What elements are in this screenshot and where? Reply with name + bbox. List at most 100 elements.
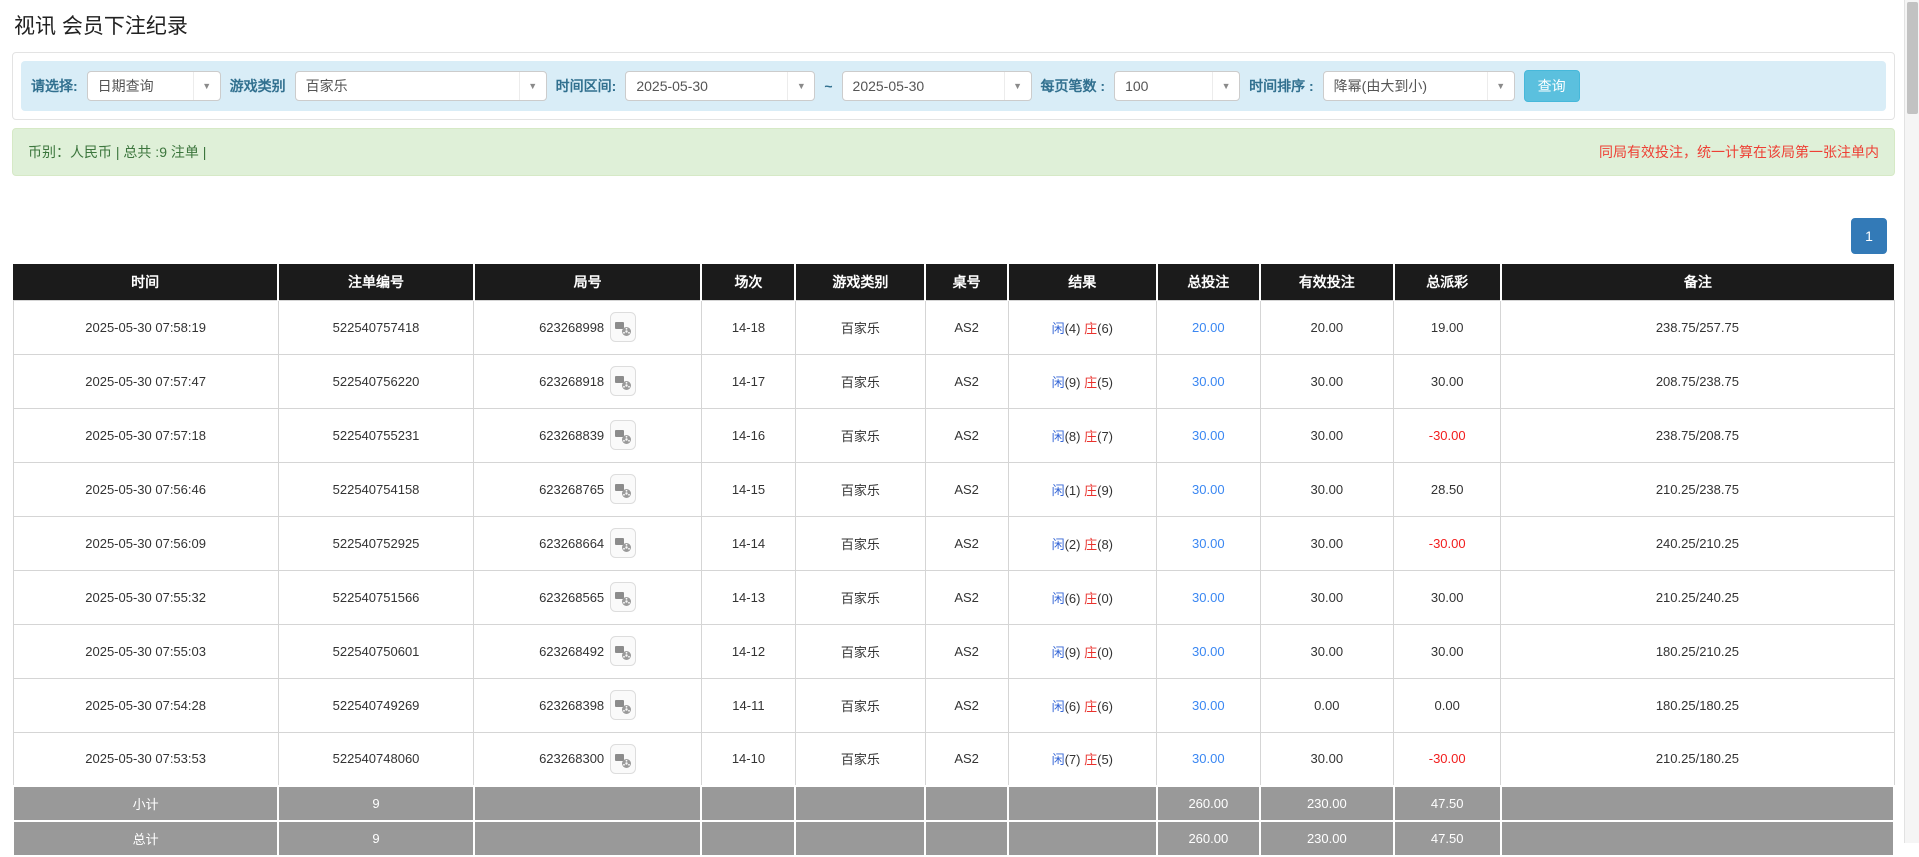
remark: 210.25/180.25 bbox=[1501, 732, 1894, 786]
session: 14-11 bbox=[701, 678, 795, 732]
bet-number: 522540755231 bbox=[278, 408, 474, 462]
payout: 30.00 bbox=[1394, 354, 1501, 408]
valid-bet: 30.00 bbox=[1260, 624, 1394, 678]
time-sort-select[interactable]: 降幂(由大到小) ▼ bbox=[1323, 71, 1515, 101]
valid-bet: 30.00 bbox=[1260, 516, 1394, 570]
video-icon[interactable] bbox=[610, 744, 636, 774]
bet-number: 522540754158 bbox=[278, 462, 474, 516]
result: 闲(6) 庄(6) bbox=[1008, 678, 1157, 732]
total-bet-link[interactable]: 30.00 bbox=[1192, 374, 1225, 389]
total-bet-link[interactable]: 30.00 bbox=[1192, 698, 1225, 713]
bet-number: 522540748060 bbox=[278, 732, 474, 786]
subtotal-count: 9 bbox=[278, 786, 474, 821]
grand-total-total-bet: 260.00 bbox=[1157, 821, 1260, 856]
total-bet-link[interactable]: 30.00 bbox=[1192, 590, 1225, 605]
table-row: 2025-05-30 07:56:46522540754158623268765… bbox=[13, 462, 1894, 516]
video-icon[interactable] bbox=[610, 690, 636, 720]
total-bet-link[interactable]: 30.00 bbox=[1192, 751, 1225, 766]
video-icon[interactable] bbox=[610, 636, 636, 666]
valid-bet: 30.00 bbox=[1260, 570, 1394, 624]
video-icon[interactable] bbox=[610, 420, 636, 450]
video-icon[interactable] bbox=[610, 528, 636, 558]
round-number-text: 623268300 bbox=[539, 751, 604, 766]
result: 闲(4) 庄(6) bbox=[1008, 300, 1157, 354]
bet-time: 2025-05-30 07:57:47 bbox=[13, 354, 278, 408]
scrollbar[interactable] bbox=[1904, 0, 1919, 843]
table-number: AS2 bbox=[925, 300, 1008, 354]
date-to-select[interactable]: 2025-05-30 ▼ bbox=[842, 71, 1032, 101]
column-header: 总投注 bbox=[1157, 264, 1260, 300]
game-category-label: 游戏类别 bbox=[230, 76, 286, 96]
session: 14-17 bbox=[701, 354, 795, 408]
remark: 240.25/210.25 bbox=[1501, 516, 1894, 570]
total-bet-link[interactable]: 30.00 bbox=[1192, 644, 1225, 659]
bet-number: 522540752925 bbox=[278, 516, 474, 570]
bet-time: 2025-05-30 07:54:28 bbox=[13, 678, 278, 732]
total-bet: 30.00 bbox=[1157, 624, 1260, 678]
column-header: 有效投注 bbox=[1260, 264, 1394, 300]
bet-time: 2025-05-30 07:58:19 bbox=[13, 300, 278, 354]
table-number: AS2 bbox=[925, 732, 1008, 786]
result-player-score: (9) bbox=[1065, 645, 1081, 660]
payout: -30.00 bbox=[1394, 516, 1501, 570]
total-bet-link[interactable]: 30.00 bbox=[1192, 482, 1225, 497]
remark: 180.25/210.25 bbox=[1501, 624, 1894, 678]
result-player-label: 闲 bbox=[1052, 645, 1065, 660]
table-number: AS2 bbox=[925, 408, 1008, 462]
result-banker-label: 庄 bbox=[1084, 645, 1097, 660]
video-icon[interactable] bbox=[610, 366, 636, 396]
result-player-score: (8) bbox=[1065, 429, 1081, 444]
result: 闲(2) 庄(8) bbox=[1008, 516, 1157, 570]
round-number: 623268398 bbox=[474, 678, 702, 732]
column-header: 局号 bbox=[474, 264, 702, 300]
round-number-text: 623268918 bbox=[539, 374, 604, 389]
result-banker-score: (5) bbox=[1097, 375, 1113, 390]
round-number: 623268998 bbox=[474, 300, 702, 354]
result-banker-score: (8) bbox=[1097, 537, 1113, 552]
result-player-label: 闲 bbox=[1052, 321, 1065, 336]
subtotal-label: 小计 bbox=[13, 786, 278, 821]
query-type-label: 请选择: bbox=[31, 76, 78, 96]
session: 14-18 bbox=[701, 300, 795, 354]
result-player-label: 闲 bbox=[1052, 699, 1065, 714]
page-button-1[interactable]: 1 bbox=[1851, 218, 1887, 254]
video-icon[interactable] bbox=[610, 474, 636, 504]
valid-bet: 0.00 bbox=[1260, 678, 1394, 732]
page-size-select[interactable]: 100 ▼ bbox=[1114, 71, 1240, 101]
table-header-row: 时间注单编号局号场次游戏类别桌号结果总投注有效投注总派彩备注 bbox=[13, 264, 1894, 300]
grand-total-valid-bet: 230.00 bbox=[1260, 821, 1394, 856]
total-bet: 30.00 bbox=[1157, 408, 1260, 462]
result-player-label: 闲 bbox=[1052, 591, 1065, 606]
result: 闲(9) 庄(5) bbox=[1008, 354, 1157, 408]
grand-total-label: 总计 bbox=[13, 821, 278, 856]
total-bet-link[interactable]: 30.00 bbox=[1192, 428, 1225, 443]
column-header: 注单编号 bbox=[278, 264, 474, 300]
column-header: 场次 bbox=[701, 264, 795, 300]
remark: 208.75/238.75 bbox=[1501, 354, 1894, 408]
round-number-text: 623268765 bbox=[539, 482, 604, 497]
game-category-select[interactable]: 百家乐 ▼ bbox=[295, 71, 547, 101]
payout-value: 28.50 bbox=[1431, 482, 1464, 497]
game-category: 百家乐 bbox=[795, 732, 925, 786]
notice-text: 同局有效投注，统一计算在该局第一张注单内 bbox=[1599, 142, 1879, 162]
total-bet-link[interactable]: 20.00 bbox=[1192, 320, 1225, 335]
bet-number: 522540750601 bbox=[278, 624, 474, 678]
video-icon[interactable] bbox=[610, 312, 636, 342]
subtotal-payout: 47.50 bbox=[1394, 786, 1501, 821]
subtotal-row: 小计 9 260.00 230.00 47.50 bbox=[13, 786, 1894, 821]
bet-number: 522540756220 bbox=[278, 354, 474, 408]
remark: 210.25/238.75 bbox=[1501, 462, 1894, 516]
total-bet-link[interactable]: 30.00 bbox=[1192, 536, 1225, 551]
remark: 180.25/180.25 bbox=[1501, 678, 1894, 732]
video-icon[interactable] bbox=[610, 582, 636, 612]
table-number: AS2 bbox=[925, 570, 1008, 624]
column-header: 结果 bbox=[1008, 264, 1157, 300]
table-row: 2025-05-30 07:55:32522540751566623268565… bbox=[13, 570, 1894, 624]
scrollbar-thumb[interactable] bbox=[1907, 2, 1918, 114]
game-category: 百家乐 bbox=[795, 300, 925, 354]
search-button[interactable]: 查询 bbox=[1524, 70, 1580, 102]
main-content: 视讯 会员下注纪录 请选择: 日期查询 ▼ 游戏类别 百家乐 ▼ 时间区间: 2… bbox=[0, 0, 1919, 857]
query-type-select[interactable]: 日期查询 ▼ bbox=[87, 71, 221, 101]
result: 闲(7) 庄(5) bbox=[1008, 732, 1157, 786]
date-from-select[interactable]: 2025-05-30 ▼ bbox=[625, 71, 815, 101]
